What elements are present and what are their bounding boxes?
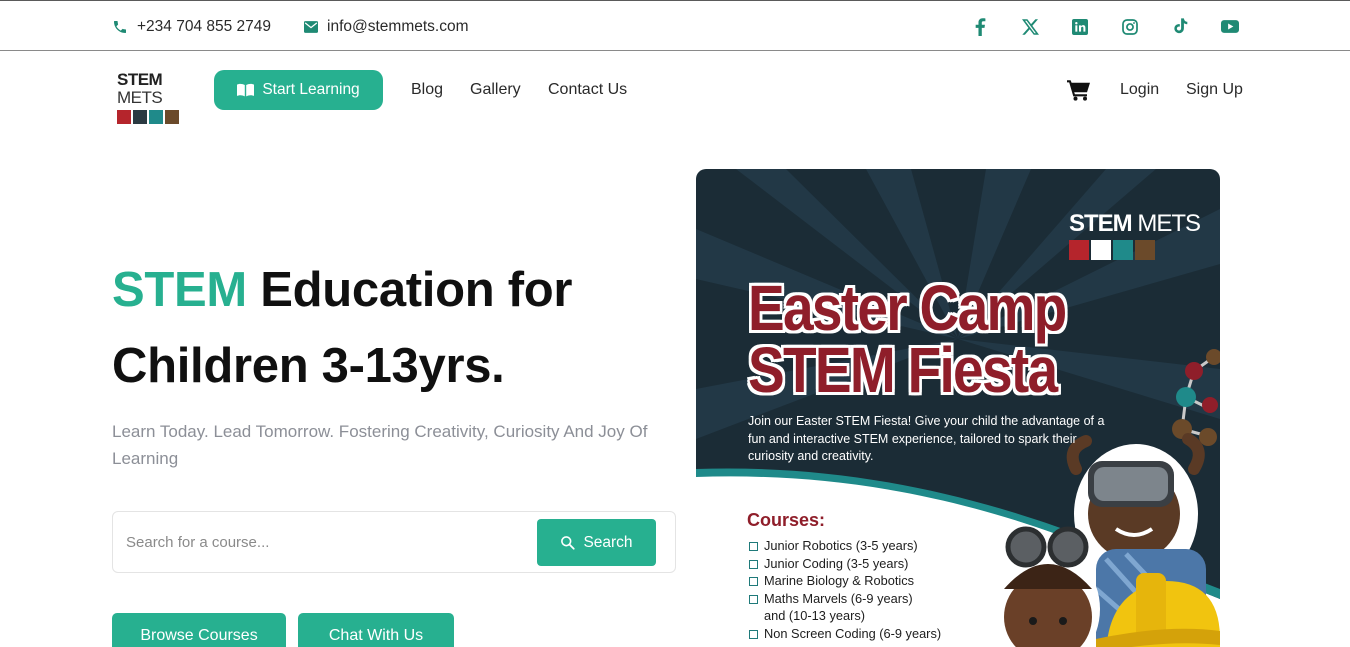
nav-link-blog[interactable]: Blog: [411, 81, 443, 99]
easter-camp-poster[interactable]: STEM METS Easter Camp STEM Fiesta Join o…: [696, 169, 1220, 647]
email-contact[interactable]: info@stemmets.com: [304, 1, 469, 52]
phone-contact[interactable]: +234 704 855 2749: [112, 1, 271, 52]
headline-part-1: Education for: [246, 263, 573, 317]
course-item: Non Screen Coding (6-9 years): [749, 625, 941, 643]
course-search-box: Search: [112, 511, 676, 573]
poster-title-line-1: Easter Camp: [748, 272, 1067, 344]
logo-wordmark: STEM METS: [117, 70, 163, 107]
phone-icon: [114, 20, 126, 33]
courses-heading: Courses:: [747, 510, 826, 530]
headline-accent: STEM: [112, 263, 247, 317]
course-item: Marine Biology & Robotics: [749, 572, 941, 590]
login-link[interactable]: Login: [1120, 81, 1159, 99]
course-item: Junior Robotics (3-5 years): [749, 537, 941, 555]
start-learning-button[interactable]: Start Learning: [214, 70, 383, 110]
logo-tiles: [117, 110, 189, 124]
nav-link-gallery[interactable]: Gallery: [470, 81, 521, 99]
linkedin-icon[interactable]: [1070, 17, 1090, 37]
course-item: Junior Coding (3-5 years): [749, 555, 941, 573]
browse-courses-button[interactable]: Browse Courses: [112, 613, 286, 647]
headline-part-2: Children 3-13yrs.: [112, 339, 505, 393]
search-icon: [561, 536, 576, 550]
search-button-label: Search: [583, 533, 633, 551]
poster-title-line-2: STEM Fiesta: [748, 334, 1058, 406]
email-address: info@stemmets.com: [327, 17, 469, 35]
envelope-icon: [304, 20, 318, 33]
poster-description: Join our Easter STEM Fiesta! Give your c…: [748, 414, 1105, 463]
instagram-icon[interactable]: [1120, 17, 1140, 37]
youtube-icon[interactable]: [1220, 17, 1240, 37]
start-learning-label: Start Learning: [262, 81, 360, 98]
children-illustration: [996, 433, 1220, 647]
chat-with-us-button[interactable]: Chat With Us: [298, 613, 454, 647]
poster-logo: STEM METS: [1069, 210, 1201, 260]
nav-link-contact-us[interactable]: Contact Us: [548, 81, 627, 99]
search-button[interactable]: Search: [537, 519, 656, 566]
hero-subline: Learn Today. Lead Tomorrow. Fostering Cr…: [112, 422, 648, 468]
facebook-icon[interactable]: [970, 17, 990, 37]
poster-logo-wordmark: STEM METS: [1069, 210, 1201, 237]
stem-mets-logo[interactable]: STEM METS: [117, 70, 189, 124]
open-book-icon: [237, 83, 255, 97]
top-contact-bar: +234 704 855 2749 info@stemmets.com: [0, 0, 1350, 51]
main-navbar: STEM METS Start Learning Blog Gallery Co…: [0, 51, 1350, 131]
hero-headline: STEM Education for Children 3-13yrs.: [112, 252, 672, 404]
poster-title: Easter Camp STEM Fiesta: [748, 272, 1067, 406]
social-links: [970, 1, 1240, 52]
shopping-cart-icon[interactable]: [1067, 79, 1091, 106]
poster-logo-tiles: [1069, 240, 1200, 260]
phone-number: +234 704 855 2749: [137, 17, 272, 35]
course-item-continuation: and (10-13 years): [764, 608, 866, 623]
courses-list: Junior Robotics (3-5 years) Junior Codin…: [749, 537, 941, 642]
signup-link[interactable]: Sign Up: [1186, 81, 1243, 99]
tiktok-icon[interactable]: [1170, 17, 1190, 37]
course-item: Maths Marvels (6-9 years): [749, 590, 941, 608]
course-search-input[interactable]: [114, 513, 529, 571]
x-twitter-icon[interactable]: [1020, 17, 1040, 37]
